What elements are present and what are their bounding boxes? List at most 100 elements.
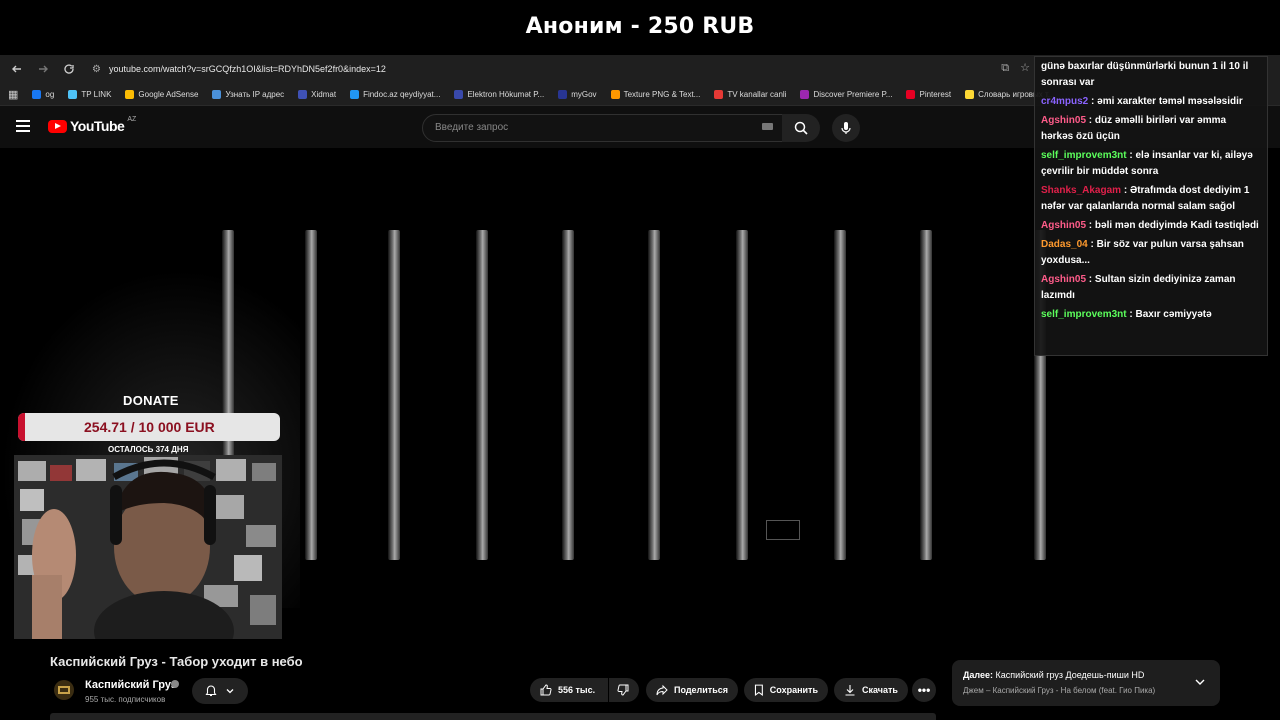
microphone-icon: [841, 122, 851, 134]
chat-message: günə baxırlar düşünmürlərki bunun 1 il 1…: [1041, 59, 1261, 91]
bookmark-favicon-icon: [212, 89, 222, 99]
chat-message: Agshin05 : bəli mən dediyimdə Kadi təsti…: [1041, 218, 1261, 234]
streamer-webcam: [14, 455, 282, 639]
bookmark-item[interactable]: Google AdSense: [125, 89, 199, 99]
search-button[interactable]: [782, 114, 820, 142]
bookmark-favicon-icon: [558, 89, 568, 99]
donation-alert-banner: Аноним - 250 RUB: [0, 0, 1280, 52]
up-next-title-line: Далее: Каспийский груз Доедешь-пиши HD: [963, 670, 1144, 680]
thumbs-down-icon: [617, 684, 629, 696]
bookmark-favicon-icon: [32, 89, 42, 99]
bookmark-star-icon[interactable]: ☆: [1020, 62, 1030, 74]
bookmark-item[interactable]: Findoc.az qeydiyyat...: [350, 89, 441, 99]
chat-username: self_improvem3nt: [1041, 150, 1127, 161]
url-field[interactable]: ⚙ youtube.com/watch?v=srGCQfzh1OI&list=R…: [92, 64, 386, 75]
bookmark-label: Findoc.az qeydiyyat...: [363, 89, 441, 99]
bookmark-label: og: [45, 89, 55, 99]
bookmark-label: Discover Premiere P...: [813, 89, 893, 99]
bookmark-label: Elektron Hökumət P...: [467, 89, 545, 99]
video-action-row: Каспийский Груз 955 тыс. подписчиков 556…: [52, 676, 952, 716]
verified-icon: [171, 680, 179, 688]
search-icon: [794, 121, 808, 135]
reload-button[interactable]: [58, 58, 80, 80]
bookmark-favicon-icon: [965, 89, 975, 99]
install-app-icon[interactable]: ⧉: [1001, 62, 1009, 74]
video-frame-prison-bars: [220, 230, 1050, 560]
bookmark-item[interactable]: myGov: [558, 89, 597, 99]
chat-text: bəli mən dediyimdə Kadi təstiqlədi: [1094, 220, 1259, 231]
chat-message: self_improvem3nt : elə insanlar var ki, …: [1041, 148, 1261, 180]
bookmark-favicon-icon: [68, 89, 78, 99]
chat-text: günə baxırlar düşünmürlərki bunun 1 il 1…: [1041, 61, 1249, 88]
apps-grid-icon[interactable]: ▦: [8, 88, 18, 101]
channel-name[interactable]: Каспийский Груз: [85, 679, 176, 691]
bookmark-label: Xidmat: [311, 89, 337, 99]
site-info-icon[interactable]: ⚙: [92, 64, 101, 75]
download-icon: [845, 685, 855, 696]
share-label: Поделиться: [673, 685, 728, 695]
video-title: Каспийский Груз - Табор уходит в небо: [50, 654, 303, 669]
donate-amount: 254.71 / 10 000 EUR: [84, 419, 215, 435]
save-button[interactable]: Сохранить: [744, 678, 828, 702]
like-button[interactable]: 556 тыс.: [530, 678, 608, 702]
bookmark-label: Google AdSense: [138, 89, 199, 99]
chat-username: Agshin05: [1041, 220, 1087, 231]
bookmark-item[interactable]: TV kanallar canli: [714, 89, 786, 99]
donation-alert-text: Аноним - 250 RUB: [525, 13, 755, 39]
bookmark-favicon-icon: [906, 89, 916, 99]
bookmark-icon: [754, 684, 763, 696]
bookmark-item[interactable]: TP LINK: [68, 89, 112, 99]
download-label: Скачать: [862, 685, 898, 695]
chevron-down-icon[interactable]: [1194, 676, 1206, 688]
bookmark-item[interactable]: Узнать IP адрес: [212, 89, 284, 99]
chat-username: Agshin05: [1041, 115, 1087, 126]
voice-search-button[interactable]: [832, 114, 860, 142]
donate-days-left: ОСТАЛОСЬ 374 ДНЯ: [108, 445, 189, 454]
back-button[interactable]: [6, 58, 28, 80]
subscription-bell-button[interactable]: [192, 678, 248, 704]
bookmark-item[interactable]: Pinterest: [906, 89, 952, 99]
keyboard-icon[interactable]: [762, 123, 773, 130]
youtube-logo[interactable]: YouTube AZ: [48, 116, 136, 134]
donate-widget-title: DONATE: [123, 393, 179, 408]
save-label: Сохранить: [769, 685, 818, 695]
chat-message: cr4mpus2 : əmi xarakter təməl məsələsidi…: [1041, 94, 1261, 110]
address-bar-actions: ⧉ ☆: [1001, 61, 1030, 75]
chat-username: cr4mpus2: [1041, 96, 1089, 107]
chat-separator: :: [1086, 115, 1095, 126]
chat-text: Baxır cəmiyyətə: [1135, 309, 1212, 320]
channel-avatar[interactable]: [54, 680, 74, 700]
search-input[interactable]: Введите запрос: [422, 114, 784, 142]
bookmark-item[interactable]: Xidmat: [298, 89, 337, 99]
bell-icon: [205, 685, 217, 697]
description-box-edge: [50, 713, 936, 720]
bookmark-label: TP LINK: [81, 89, 112, 99]
chat-username: Agshin05: [1041, 274, 1087, 285]
bookmark-item[interactable]: Texture PNG & Text...: [610, 89, 700, 99]
share-icon: [656, 684, 668, 696]
dislike-button[interactable]: [609, 678, 639, 702]
chat-message-list: günə baxırlar düşünmürlərki bunun 1 il 1…: [1041, 59, 1261, 323]
up-next-panel[interactable]: Далее: Каспийский груз Доедешь-пиши HD Д…: [952, 660, 1220, 706]
video-watermark: [766, 520, 800, 540]
stream-chat-overlay: günə baxırlar düşünmürlərki bunun 1 il 1…: [1034, 56, 1268, 356]
download-button[interactable]: Скачать: [834, 678, 908, 702]
chat-message: Shanks_Akagam : Ətrafımda dost dediyim 1…: [1041, 183, 1261, 215]
chat-message: Dadas_04 : Bir söz var pulun varsa şahsa…: [1041, 237, 1261, 269]
more-actions-button[interactable]: •••: [912, 678, 936, 702]
chat-message: Agshin05 : Sultan sizin dediyinizə zaman…: [1041, 272, 1261, 304]
share-button[interactable]: Поделиться: [646, 678, 738, 702]
bookmark-label: Pinterest: [919, 89, 952, 99]
bookmark-item[interactable]: Discover Premiere P...: [800, 89, 893, 99]
forward-button[interactable]: [32, 58, 54, 80]
chat-message: Agshin05 : düz əməlli biriləri var əmma …: [1041, 113, 1261, 145]
more-dots-icon: •••: [917, 683, 931, 697]
chat-separator: :: [1088, 96, 1098, 107]
bookmark-item[interactable]: Elektron Hökumət P...: [454, 89, 545, 99]
menu-icon[interactable]: [16, 120, 30, 135]
chat-separator: :: [1087, 239, 1097, 250]
url-text: youtube.com/watch?v=srGCQfzh1OI&list=RDY…: [108, 64, 386, 74]
chat-username: Shanks_Akagam: [1041, 185, 1122, 196]
chat-username: Dadas_04: [1041, 239, 1088, 250]
bookmark-item[interactable]: og: [32, 89, 55, 99]
